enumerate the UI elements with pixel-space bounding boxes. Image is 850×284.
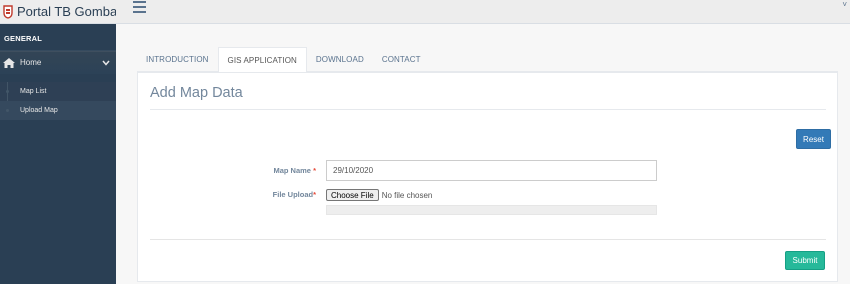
submit-button[interactable]: Submit [785, 251, 825, 270]
form-divider [150, 239, 826, 240]
sidebar-item-map-list[interactable]: Map List [0, 82, 116, 101]
reset-button[interactable]: Reset [796, 129, 831, 149]
brand-title: Portal TB Gombak [17, 4, 124, 19]
required-marker: * [313, 190, 316, 199]
bullet-dot-icon [6, 109, 9, 112]
tab-introduction[interactable]: INTRODUCTION [137, 47, 218, 72]
sidebar: Portal TB Gombak GENERAL Home Map List U… [0, 0, 124, 284]
sidebar-item-label: Upload Map [20, 107, 58, 114]
file-upload-label: File Upload* [258, 190, 316, 199]
file-status-text: No file chosen [381, 190, 433, 200]
sidebar-item-home[interactable]: Home [0, 50, 116, 74]
required-marker: * [313, 166, 316, 175]
shield-logo-icon [3, 4, 13, 19]
page-title: Add Map Data [150, 85, 243, 101]
sidebar-submenu: Map List Upload Map [0, 82, 116, 120]
sidebar-item-upload-map[interactable]: Upload Map [0, 101, 116, 120]
hamburger-icon[interactable] [133, 1, 146, 13]
user-menu-caret-icon[interactable]: ˅ [842, 0, 847, 9]
sidebar-item-label: Map List [20, 88, 47, 95]
brand[interactable]: Portal TB Gombak [0, 0, 124, 24]
file-upload-label-text: File Upload [272, 190, 314, 199]
choose-file-button[interactable]: Choose File [326, 189, 379, 201]
top-navbar: ˅ [116, 0, 850, 24]
tab-contact[interactable]: CONTACT [373, 47, 430, 72]
sidebar-item-home-label: Home [20, 58, 42, 67]
tab-download[interactable]: DOWNLOAD [307, 47, 373, 72]
chevron-down-icon [102, 58, 110, 68]
main-tabs: INTRODUCTION GIS APPLICATION DOWNLOAD CO… [137, 47, 838, 73]
map-name-label: Map Name * [258, 166, 316, 175]
add-map-panel: Add Map Data Reset Map Name * File Uploa… [137, 72, 838, 282]
map-name-input[interactable] [326, 160, 657, 181]
home-icon [3, 57, 15, 68]
map-name-label-text: Map Name [273, 166, 311, 175]
tab-gis-application[interactable]: GIS APPLICATION [217, 47, 307, 73]
file-upload-progress [326, 205, 657, 215]
title-divider [150, 109, 826, 110]
file-upload-input: Choose File No file chosen [326, 189, 432, 201]
bullet-dot-icon [6, 90, 9, 93]
sidebar-section-title: GENERAL [4, 34, 43, 43]
